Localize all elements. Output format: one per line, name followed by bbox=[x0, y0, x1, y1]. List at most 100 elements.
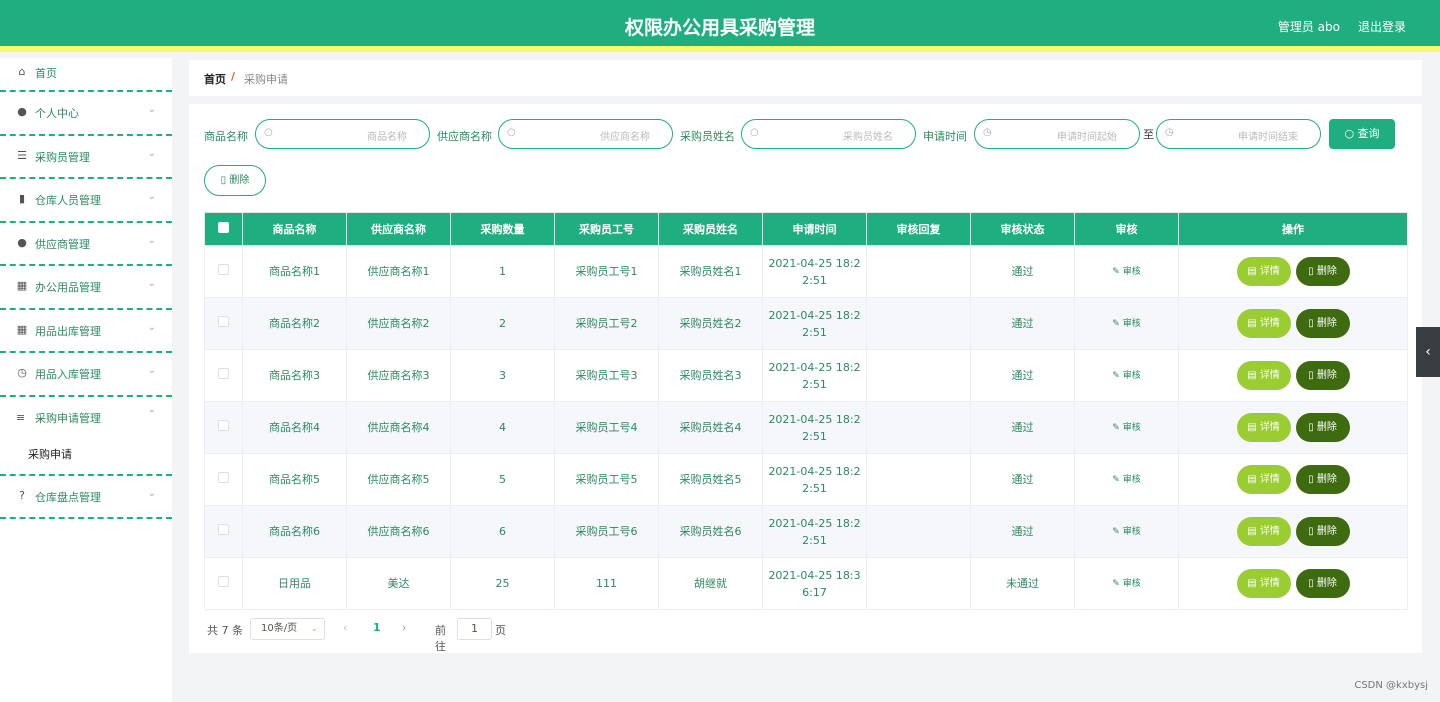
time-part: 2:51 bbox=[802, 481, 827, 495]
review-label: 审核 bbox=[1122, 527, 1141, 537]
detail-button[interactable]: ▤ 详情 bbox=[1236, 257, 1291, 286]
sidebar-item[interactable]: ◷ 用品入库管理 ⌄ bbox=[0, 353, 172, 397]
cell-qty: 25 bbox=[450, 557, 555, 610]
buyer-placeholder: 采购员姓名 bbox=[843, 132, 893, 143]
cell-buyer-no: 111 bbox=[554, 557, 659, 610]
batch-delete-button[interactable]: ▯ 删除 bbox=[204, 165, 266, 196]
detail-button[interactable]: ▤ 详情 bbox=[1236, 517, 1291, 546]
review-label: 审核 bbox=[1122, 475, 1141, 485]
chevron-down-icon: ⌄ bbox=[147, 147, 156, 159]
table-row: 日用品 美达 25 111 胡继就 2021-04-25 18:3 6:17 未通… bbox=[204, 557, 1408, 610]
row-select-cell[interactable] bbox=[204, 401, 243, 454]
review-link[interactable]: ✎ 审核 bbox=[1112, 579, 1140, 589]
table-row: 商品名称3 供应商名称3 3 采购员工号3 采购员姓名3 2021-04-25 … bbox=[204, 349, 1408, 402]
time-part: 2021-04-25 18:2 bbox=[768, 308, 861, 322]
sidebar-item[interactable]: ? 仓库盘点管理 ⌄ bbox=[0, 476, 172, 519]
select-all-checkbox[interactable] bbox=[218, 222, 229, 233]
time-part: 2:51 bbox=[802, 377, 827, 391]
sidebar-item[interactable]: ☰ 采购员管理 ⌄ bbox=[0, 136, 172, 179]
delete-button[interactable]: ▯ 删除 bbox=[1295, 517, 1350, 546]
next-page-button[interactable]: › bbox=[402, 621, 406, 634]
buyer-search-input[interactable]: ○ 采购员姓名 bbox=[741, 119, 916, 149]
prev-page-button[interactable]: ‹ bbox=[343, 621, 347, 634]
review-link[interactable]: ✎ 审核 bbox=[1112, 371, 1140, 381]
select-all-cell[interactable] bbox=[204, 212, 243, 246]
row-select-cell[interactable] bbox=[204, 349, 243, 402]
sidebar-item[interactable]: ⌂ 首页 bbox=[0, 58, 172, 92]
row-checkbox[interactable] bbox=[218, 368, 229, 379]
sidebar-item[interactable]: ▮ 仓库人员管理 ⌄ bbox=[0, 179, 172, 223]
supplier-search-input[interactable]: ○ 供应商名称 bbox=[498, 119, 673, 149]
logout-button[interactable]: 退出登录 bbox=[1358, 18, 1406, 35]
row-checkbox[interactable] bbox=[218, 472, 229, 483]
row-select-cell[interactable] bbox=[204, 505, 243, 558]
row-checkbox[interactable] bbox=[218, 316, 229, 327]
row-checkbox[interactable] bbox=[218, 524, 229, 535]
delete-button[interactable]: ▯ 删除 bbox=[1295, 413, 1350, 442]
cell-status: 通过 bbox=[970, 505, 1075, 558]
sidebar-item-label: 采购申请管理 bbox=[35, 411, 101, 425]
page-size-select[interactable]: 10条/页 ⌄ bbox=[250, 618, 325, 640]
detail-button[interactable]: ▤ 详情 bbox=[1236, 413, 1291, 442]
page-number[interactable]: 1 bbox=[373, 621, 381, 634]
detail-button[interactable]: ▤ 详情 bbox=[1236, 569, 1291, 598]
detail-button[interactable]: ▤ 详情 bbox=[1236, 465, 1291, 494]
trash-icon: ▯ bbox=[1308, 318, 1314, 329]
cell-buyer-name: 采购员姓名6 bbox=[658, 505, 763, 558]
time-part: 2021-04-25 18:3 bbox=[768, 568, 861, 582]
goto-page-input[interactable]: 1 bbox=[457, 618, 492, 640]
time-start-input[interactable]: ◷ 申请时间起始 bbox=[974, 119, 1140, 149]
sidebar-item[interactable]: ● 供应商管理 ⌄ bbox=[0, 223, 172, 266]
row-select-cell[interactable] bbox=[204, 297, 243, 350]
row-checkbox[interactable] bbox=[218, 576, 229, 587]
review-link[interactable]: ✎ 审核 bbox=[1112, 527, 1140, 537]
delete-button[interactable]: ▯ 删除 bbox=[1295, 257, 1350, 286]
row-checkbox[interactable] bbox=[218, 420, 229, 431]
sidebar-item[interactable]: ▦ 办公用品管理 ⌄ bbox=[0, 266, 172, 310]
name-search-input[interactable]: ○ 商品名称 bbox=[255, 119, 430, 149]
review-label: 审核 bbox=[1122, 371, 1141, 381]
cell-buyer-name: 胡继就 bbox=[658, 557, 763, 610]
cell-review: ✎ 审核 bbox=[1074, 245, 1179, 298]
query-button[interactable]: ○ 查询 bbox=[1329, 119, 1395, 149]
sidebar-item[interactable]: ● 个人中心 ⌄ bbox=[0, 92, 172, 136]
collapse-panel-button[interactable]: ‹ bbox=[1416, 327, 1440, 377]
cell-name: 商品名称4 bbox=[242, 401, 347, 454]
column-header: 商品名称 bbox=[242, 212, 347, 246]
row-select-cell[interactable] bbox=[204, 453, 243, 506]
review-link[interactable]: ✎ 审核 bbox=[1112, 475, 1140, 485]
row-select-cell[interactable] bbox=[204, 245, 243, 298]
table-row: 商品名称1 供应商名称1 1 采购员工号1 采购员姓名1 2021-04-25 … bbox=[204, 245, 1408, 298]
sidebar-group-open: ≡ 采购申请管理 ⌃ 采购申请 bbox=[0, 397, 172, 476]
row-select-cell[interactable] bbox=[204, 557, 243, 610]
review-link[interactable]: ✎ 审核 bbox=[1112, 267, 1140, 277]
cell-supplier: 美达 bbox=[346, 557, 451, 610]
column-header: 采购员工号 bbox=[554, 212, 659, 246]
buyer-label: 采购员姓名 bbox=[680, 130, 735, 143]
detail-button[interactable]: ▤ 详情 bbox=[1236, 361, 1291, 390]
delete-button[interactable]: ▯ 删除 bbox=[1295, 309, 1350, 338]
delete-button[interactable]: ▯ 删除 bbox=[1295, 465, 1350, 494]
cell-qty: 4 bbox=[450, 401, 555, 454]
review-link[interactable]: ✎ 审核 bbox=[1112, 423, 1140, 433]
sidebar-subitem[interactable]: 采购申请 bbox=[0, 437, 172, 474]
cell-supplier: 供应商名称5 bbox=[346, 453, 451, 506]
time-end-input[interactable]: ◷ 申请时间结束 bbox=[1156, 119, 1321, 149]
sidebar-item[interactable]: ≡ 采购申请管理 ⌃ bbox=[0, 397, 172, 437]
row-checkbox[interactable] bbox=[218, 264, 229, 275]
cell-actions: ▤ 详情 ▯ 删除 bbox=[1178, 557, 1408, 610]
detail-button[interactable]: ▤ 详情 bbox=[1236, 309, 1291, 338]
cell-reply bbox=[866, 349, 971, 402]
cell-reply bbox=[866, 505, 971, 558]
sidebar-item[interactable]: ▦ 用品出库管理 ⌄ bbox=[0, 310, 172, 353]
delete-button[interactable]: ▯ 删除 bbox=[1295, 361, 1350, 390]
edit-icon: ✎ bbox=[1112, 423, 1120, 433]
chevron-down-icon: ⌄ bbox=[147, 191, 156, 202]
review-link[interactable]: ✎ 审核 bbox=[1112, 319, 1140, 329]
delete-button[interactable]: ▯ 删除 bbox=[1295, 569, 1350, 598]
supplier-placeholder: 供应商名称 bbox=[600, 132, 650, 143]
cell-qty: 3 bbox=[450, 349, 555, 402]
cell-review: ✎ 审核 bbox=[1074, 297, 1179, 350]
breadcrumb-home[interactable]: 首页 bbox=[204, 71, 226, 87]
sidebar-item-label: 用品入库管理 bbox=[35, 368, 101, 381]
